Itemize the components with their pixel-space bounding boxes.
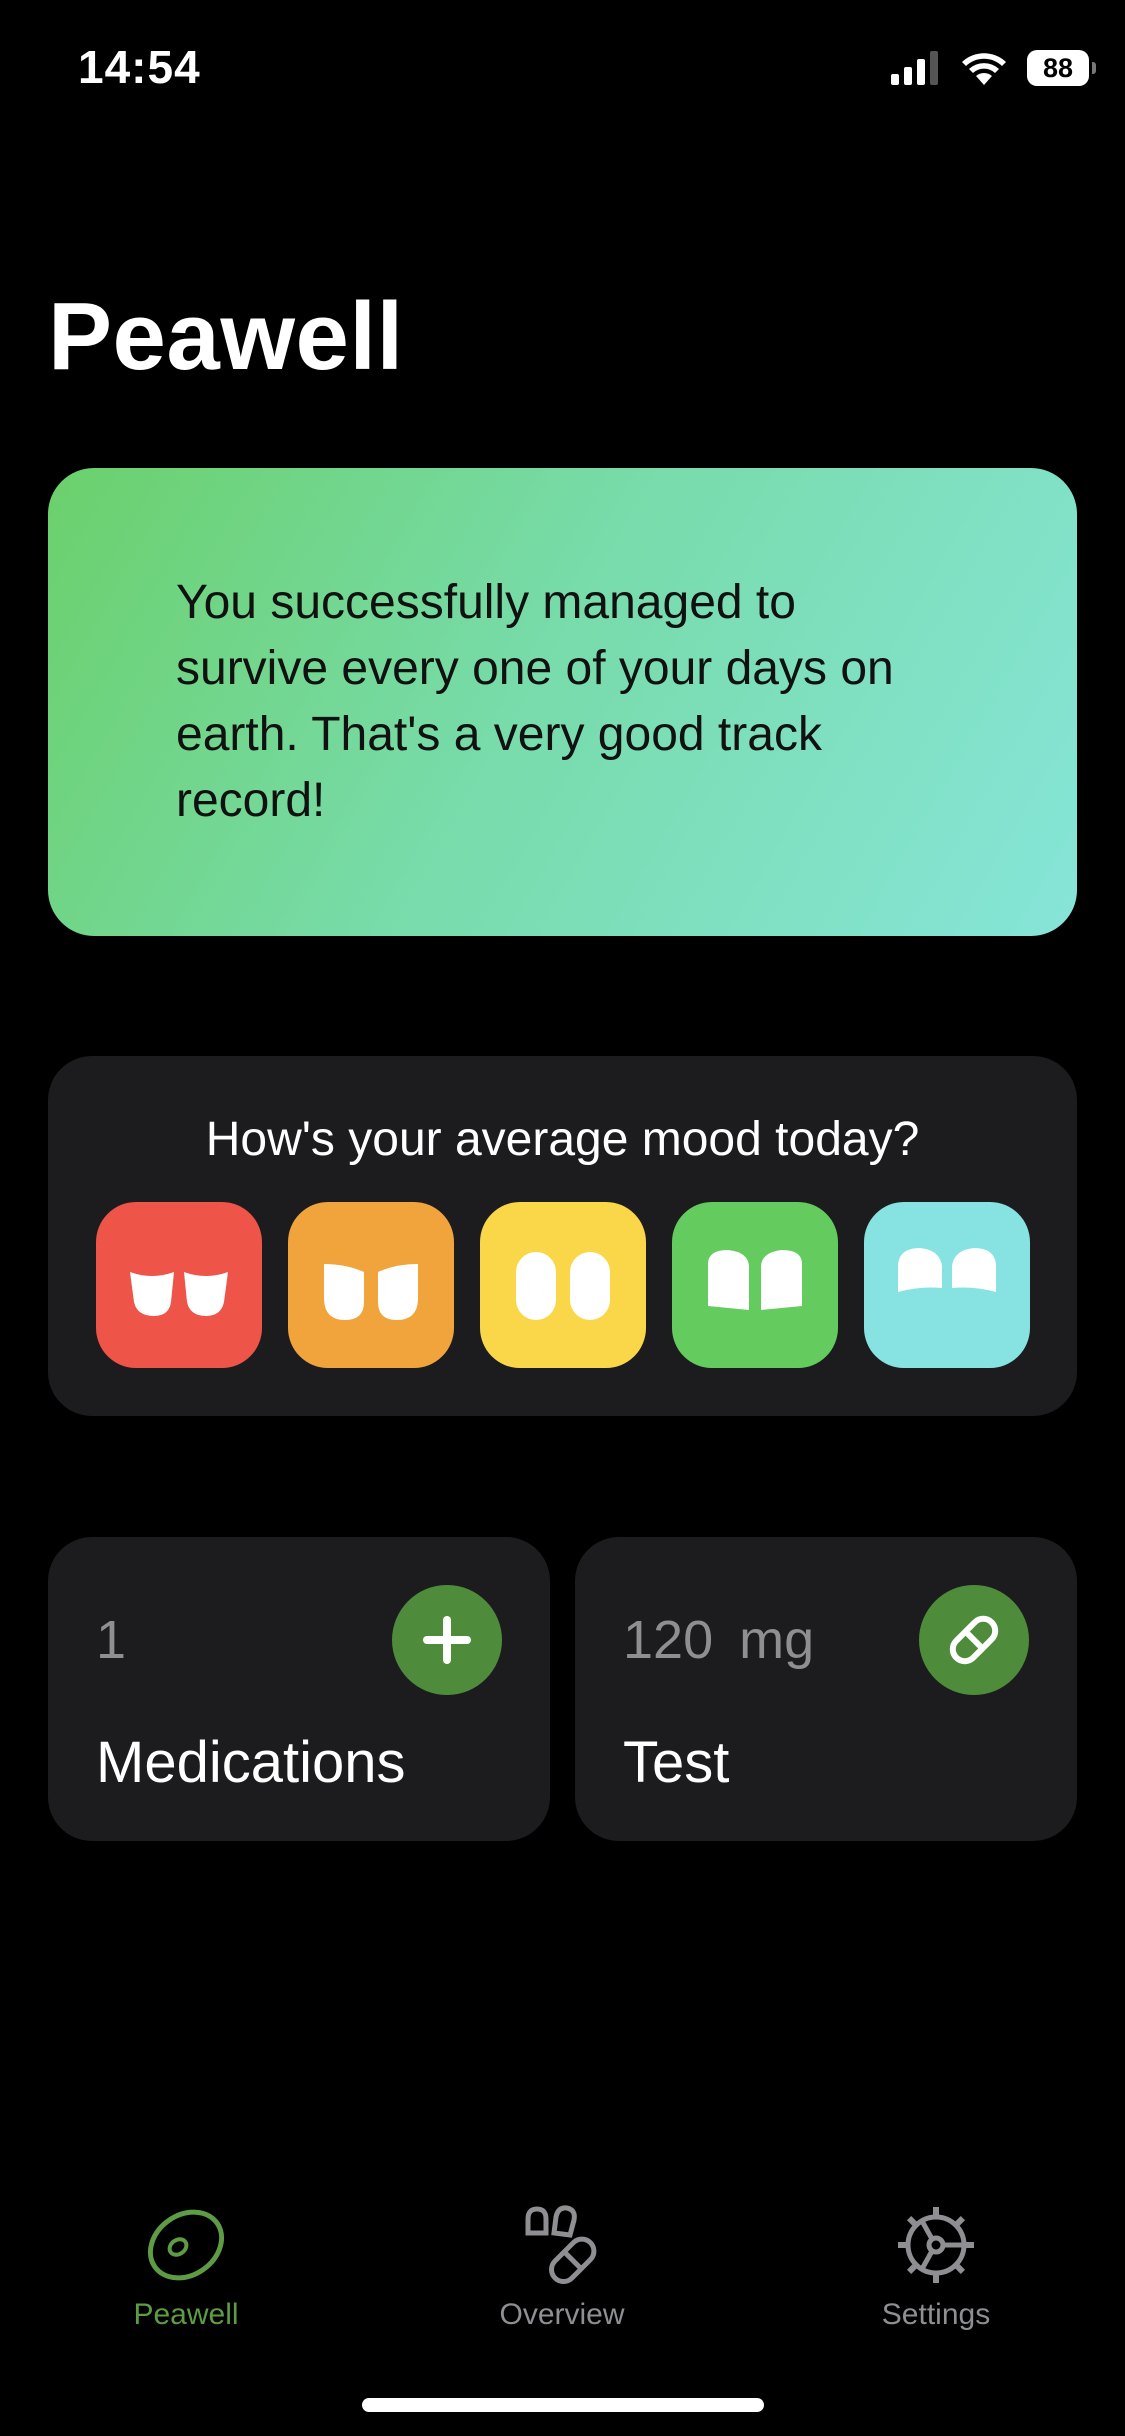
- battery-level: 88: [1042, 52, 1074, 83]
- pea-icon: [147, 2209, 225, 2281]
- test-dose-unit: mg: [739, 1610, 815, 1670]
- pill-icon: [949, 1615, 999, 1665]
- medications-label: Medications: [96, 1730, 406, 1795]
- mood-very-good-button[interactable]: [864, 1202, 1030, 1368]
- status-time: 14:54: [78, 41, 201, 93]
- home-indicator[interactable]: [362, 2398, 764, 2412]
- mood-bad-button[interactable]: [288, 1202, 454, 1368]
- plus-icon: [423, 1616, 471, 1664]
- pills-icon: [525, 2205, 597, 2284]
- mood-neutral-eyes-icon: [516, 1252, 610, 1320]
- medications-card[interactable]: 1 Medications: [48, 1537, 550, 1841]
- mood-options: [96, 1202, 1030, 1368]
- take-medication-button[interactable]: [919, 1585, 1029, 1695]
- mood-good-button[interactable]: [672, 1202, 838, 1368]
- status-icons: 88: [891, 46, 1096, 90]
- add-medication-button[interactable]: [392, 1585, 502, 1695]
- mood-very-good-eyes-icon: [898, 1248, 996, 1292]
- tab-settings-label: Settings: [881, 2298, 991, 2331]
- medications-count: 1: [96, 1610, 127, 1670]
- mood-bad-eyes-icon: [324, 1264, 418, 1320]
- quote-card: You successfully managed to survive ever…: [48, 468, 1077, 936]
- quote-text: You successfully managed to survive ever…: [176, 576, 894, 827]
- mood-very-bad-eyes-icon: [130, 1272, 228, 1316]
- mood-good-eyes-icon: [708, 1250, 802, 1310]
- wifi-icon: [962, 53, 1006, 85]
- mood-very-bad-button[interactable]: [96, 1202, 262, 1368]
- test-dose: 120 mg: [623, 1609, 814, 1671]
- test-medication-card[interactable]: 120 mg Test: [575, 1537, 1077, 1841]
- tab-bar: Peawell Overview Settings: [0, 2180, 1125, 2332]
- test-medication-label: Test: [623, 1730, 730, 1795]
- mood-card: How's your average mood today?: [48, 1056, 1077, 1416]
- gear-icon: [898, 2207, 974, 2283]
- cellular-signal-icon: [891, 51, 938, 85]
- tab-overview-label: Overview: [499, 2298, 625, 2331]
- page-title: Peawell: [48, 283, 404, 390]
- mood-question: How's your average mood today?: [205, 1113, 920, 1166]
- mood-neutral-button[interactable]: [480, 1202, 646, 1368]
- test-dose-value: 120: [623, 1610, 714, 1670]
- battery-icon: 88: [1027, 50, 1096, 86]
- tab-peawell-label: Peawell: [133, 2298, 239, 2331]
- tab-settings[interactable]: Settings: [836, 2200, 1036, 2332]
- tab-peawell[interactable]: Peawell: [86, 2200, 286, 2332]
- tab-overview[interactable]: Overview: [462, 2200, 662, 2332]
- status-bar: 14:54 88: [0, 0, 1125, 140]
